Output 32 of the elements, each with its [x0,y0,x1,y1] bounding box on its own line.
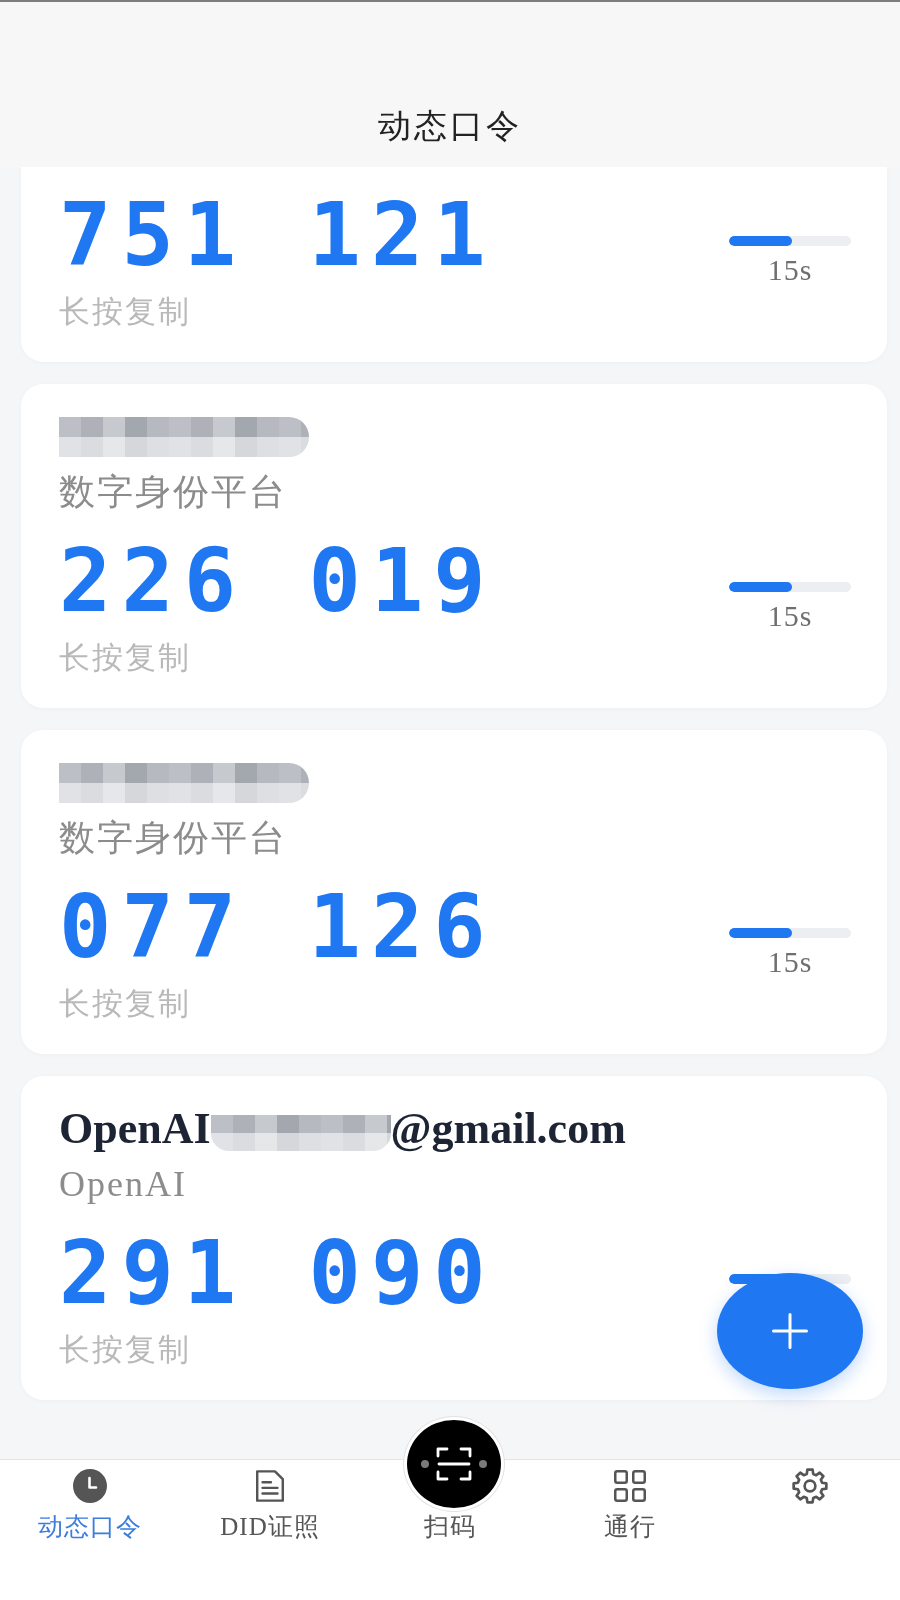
countdown-seconds: 15s [767,947,813,977]
token-card[interactable]: 数字身份平台 077 126 15s 长按复制 [21,730,887,1054]
otp-code: 291 090 [59,1228,496,1318]
issuer-name: 数字身份平台 [59,471,287,514]
token-card[interactable]: 751 121 15s 长按复制 [21,167,887,362]
countdown-seconds: 15s [767,255,813,285]
countdown-seconds: 15s [767,601,813,631]
clock-icon [73,1469,107,1503]
account-text: OpenAI [59,1105,211,1153]
token-card[interactable]: 数字身份平台 226 019 15s 长按复制 [21,384,887,708]
copy-hint: 长按复制 [59,638,191,677]
account-text: @gmail.com [390,1105,626,1153]
nav-tab[interactable]: 动态口令 [38,1469,142,1542]
issuer-name: OpenAI [59,1163,187,1206]
token-card[interactable]: OpenAI @gmail.com OpenAI 291 090 长按复制 [21,1076,887,1400]
issuer-name: 数字身份平台 [59,817,287,860]
nav-tab[interactable] [792,1469,828,1503]
document-icon [256,1470,284,1502]
grid-icon [614,1470,646,1502]
otp-code: 226 019 [59,536,496,626]
nav-tab[interactable]: DID证照 [220,1469,320,1542]
copy-hint: 长按复制 [59,984,191,1023]
copy-hint: 长按复制 [59,292,191,331]
copy-hint: 长按复制 [59,1330,191,1369]
plus-icon [772,1313,808,1349]
page-title: 动态口令 [378,105,522,147]
nav-tab[interactable]: 通行 [604,1469,656,1542]
nav-tab[interactable]: 扫码 [424,1512,476,1542]
otp-code: 751 121 [59,190,496,280]
scan-icon [421,1446,487,1482]
settings-icon [792,1468,828,1504]
otp-code: 077 126 [59,882,496,972]
